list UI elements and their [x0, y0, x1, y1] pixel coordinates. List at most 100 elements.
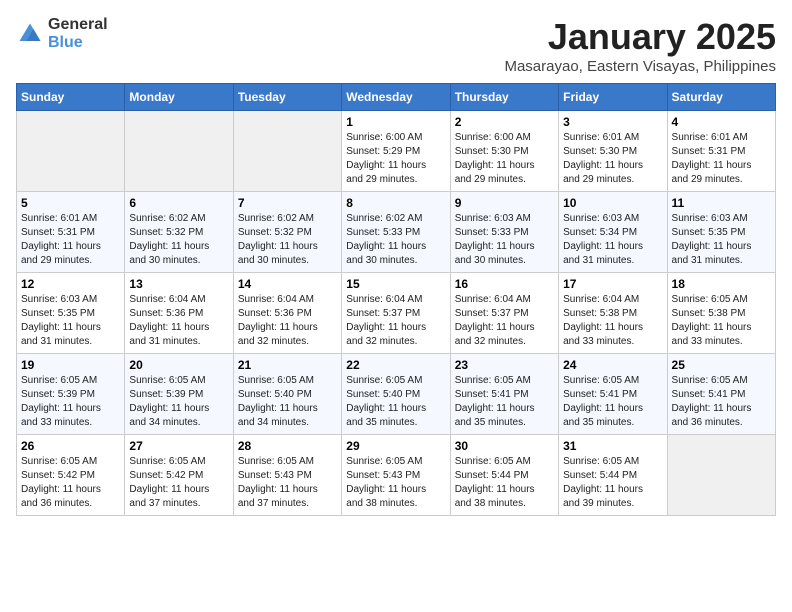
calendar-cell: 24 Sunrise: 6:05 AM Sunset: 5:41 PM Dayli…: [559, 354, 667, 435]
day-info: Sunrise: 6:05 AM Sunset: 5:39 PM Dayligh…: [129, 374, 228, 430]
day-number: 26: [21, 439, 120, 453]
calendar-cell: [667, 435, 775, 516]
day-info: Sunrise: 6:05 AM Sunset: 5:43 PM Dayligh…: [238, 455, 337, 511]
day-number: 7: [238, 196, 337, 210]
day-info: Sunrise: 6:05 AM Sunset: 5:44 PM Dayligh…: [455, 455, 554, 511]
day-number: 9: [455, 196, 554, 210]
day-info: Sunrise: 6:00 AM Sunset: 5:29 PM Dayligh…: [346, 131, 445, 187]
calendar-cell: 22 Sunrise: 6:05 AM Sunset: 5:40 PM Dayli…: [342, 354, 450, 435]
day-info: Sunrise: 6:03 AM Sunset: 5:33 PM Dayligh…: [455, 212, 554, 268]
day-number: 12: [21, 277, 120, 291]
calendar-cell: 23 Sunrise: 6:05 AM Sunset: 5:41 PM Dayli…: [450, 354, 558, 435]
day-info: Sunrise: 6:04 AM Sunset: 5:36 PM Dayligh…: [129, 293, 228, 349]
calendar-cell: 12Sunrise: 6:03 AM Sunset: 5:35 PM Dayli…: [17, 273, 125, 354]
calendar-cell: 28 Sunrise: 6:05 AM Sunset: 5:43 PM Dayli…: [233, 435, 341, 516]
day-number: 25: [672, 358, 771, 372]
day-number: 24: [563, 358, 662, 372]
calendar-cell: [233, 111, 341, 192]
day-info: Sunrise: 6:00 AM Sunset: 5:30 PM Dayligh…: [455, 131, 554, 187]
day-number: 29: [346, 439, 445, 453]
calendar-cell: 10Sunrise: 6:03 AM Sunset: 5:34 PM Dayli…: [559, 192, 667, 273]
calendar-cell: 16Sunrise: 6:04 AM Sunset: 5:37 PM Dayli…: [450, 273, 558, 354]
day-number: 17: [563, 277, 662, 291]
weekday-header-cell: Tuesday: [233, 84, 341, 111]
day-info: Sunrise: 6:05 AM Sunset: 5:41 PM Dayligh…: [563, 374, 662, 430]
day-info: Sunrise: 6:05 AM Sunset: 5:41 PM Dayligh…: [672, 374, 771, 430]
logo: General Blue: [16, 16, 108, 51]
day-number: 13: [129, 277, 228, 291]
day-info: Sunrise: 6:05 AM Sunset: 5:43 PM Dayligh…: [346, 455, 445, 511]
calendar-cell: 7 Sunrise: 6:02 AM Sunset: 5:32 PM Daylig…: [233, 192, 341, 273]
day-info: Sunrise: 6:05 AM Sunset: 5:39 PM Dayligh…: [21, 374, 120, 430]
calendar-cell: 3Sunrise: 6:01 AM Sunset: 5:30 PM Daylig…: [559, 111, 667, 192]
day-info: Sunrise: 6:02 AM Sunset: 5:32 PM Dayligh…: [129, 212, 228, 268]
day-info: Sunrise: 6:01 AM Sunset: 5:31 PM Dayligh…: [672, 131, 771, 187]
calendar-cell: 27 Sunrise: 6:05 AM Sunset: 5:42 PM Dayli…: [125, 435, 233, 516]
day-info: Sunrise: 6:04 AM Sunset: 5:37 PM Dayligh…: [346, 293, 445, 349]
day-info: Sunrise: 6:05 AM Sunset: 5:42 PM Dayligh…: [21, 455, 120, 511]
calendar-week-row: 12Sunrise: 6:03 AM Sunset: 5:35 PM Dayli…: [17, 273, 776, 354]
calendar-cell: 14 Sunrise: 6:04 AM Sunset: 5:36 PM Dayli…: [233, 273, 341, 354]
day-number: 22: [346, 358, 445, 372]
calendar-body: 1 Sunrise: 6:00 AM Sunset: 5:29 PM Daylig…: [17, 111, 776, 516]
day-number: 27: [129, 439, 228, 453]
calendar-cell: 2 Sunrise: 6:00 AM Sunset: 5:30 PM Daylig…: [450, 111, 558, 192]
calendar-cell: 29 Sunrise: 6:05 AM Sunset: 5:43 PM Dayli…: [342, 435, 450, 516]
day-number: 14: [238, 277, 337, 291]
day-number: 8: [346, 196, 445, 210]
day-info: Sunrise: 6:02 AM Sunset: 5:33 PM Dayligh…: [346, 212, 445, 268]
day-number: 10: [563, 196, 662, 210]
day-info: Sunrise: 6:05 AM Sunset: 5:41 PM Dayligh…: [455, 374, 554, 430]
month-title: January 2025: [504, 16, 776, 58]
day-info: Sunrise: 6:05 AM Sunset: 5:44 PM Dayligh…: [563, 455, 662, 511]
day-info: Sunrise: 6:01 AM Sunset: 5:31 PM Dayligh…: [21, 212, 120, 268]
calendar-cell: 6Sunrise: 6:02 AM Sunset: 5:32 PM Daylig…: [125, 192, 233, 273]
weekday-header-cell: Monday: [125, 84, 233, 111]
calendar-cell: 25 Sunrise: 6:05 AM Sunset: 5:41 PM Dayli…: [667, 354, 775, 435]
day-number: 23: [455, 358, 554, 372]
day-info: Sunrise: 6:03 AM Sunset: 5:35 PM Dayligh…: [672, 212, 771, 268]
calendar-cell: 31 Sunrise: 6:05 AM Sunset: 5:44 PM Dayli…: [559, 435, 667, 516]
calendar-cell: 9 Sunrise: 6:03 AM Sunset: 5:33 PM Daylig…: [450, 192, 558, 273]
day-info: Sunrise: 6:04 AM Sunset: 5:36 PM Dayligh…: [238, 293, 337, 349]
day-info: Sunrise: 6:05 AM Sunset: 5:40 PM Dayligh…: [346, 374, 445, 430]
day-info: Sunrise: 6:02 AM Sunset: 5:32 PM Dayligh…: [238, 212, 337, 268]
day-number: 2: [455, 115, 554, 129]
calendar-cell: 15 Sunrise: 6:04 AM Sunset: 5:37 PM Dayli…: [342, 273, 450, 354]
calendar-cell: 5Sunrise: 6:01 AM Sunset: 5:31 PM Daylig…: [17, 192, 125, 273]
calendar-cell: [125, 111, 233, 192]
day-number: 28: [238, 439, 337, 453]
day-number: 31: [563, 439, 662, 453]
day-number: 11: [672, 196, 771, 210]
location-title: Masarayao, Eastern Visayas, Philippines: [504, 58, 776, 75]
calendar-cell: 17 Sunrise: 6:04 AM Sunset: 5:38 PM Dayli…: [559, 273, 667, 354]
weekday-header-cell: Sunday: [17, 84, 125, 111]
day-info: Sunrise: 6:05 AM Sunset: 5:40 PM Dayligh…: [238, 374, 337, 430]
day-info: Sunrise: 6:04 AM Sunset: 5:37 PM Dayligh…: [455, 293, 554, 349]
day-number: 4: [672, 115, 771, 129]
calendar-week-row: 1 Sunrise: 6:00 AM Sunset: 5:29 PM Daylig…: [17, 111, 776, 192]
calendar-cell: 30 Sunrise: 6:05 AM Sunset: 5:44 PM Dayli…: [450, 435, 558, 516]
day-number: 20: [129, 358, 228, 372]
calendar-cell: 4 Sunrise: 6:01 AM Sunset: 5:31 PM Daylig…: [667, 111, 775, 192]
weekday-header-cell: Thursday: [450, 84, 558, 111]
day-number: 30: [455, 439, 554, 453]
day-number: 15: [346, 277, 445, 291]
weekday-header-row: SundayMondayTuesdayWednesdayThursdayFrid…: [17, 84, 776, 111]
day-info: Sunrise: 6:05 AM Sunset: 5:42 PM Dayligh…: [129, 455, 228, 511]
weekday-header-cell: Saturday: [667, 84, 775, 111]
calendar-cell: 18Sunrise: 6:05 AM Sunset: 5:38 PM Dayli…: [667, 273, 775, 354]
day-number: 3: [563, 115, 662, 129]
logo-general-text: General: [48, 16, 108, 34]
page-header: General Blue January 2025 Masarayao, Eas…: [16, 16, 776, 75]
calendar-cell: 21 Sunrise: 6:05 AM Sunset: 5:40 PM Dayli…: [233, 354, 341, 435]
calendar-cell: 11 Sunrise: 6:03 AM Sunset: 5:35 PM Dayli…: [667, 192, 775, 273]
title-block: January 2025 Masarayao, Eastern Visayas,…: [504, 16, 776, 75]
calendar-cell: 19Sunrise: 6:05 AM Sunset: 5:39 PM Dayli…: [17, 354, 125, 435]
day-number: 21: [238, 358, 337, 372]
day-info: Sunrise: 6:04 AM Sunset: 5:38 PM Dayligh…: [563, 293, 662, 349]
calendar-cell: 26 Sunrise: 6:05 AM Sunset: 5:42 PM Dayli…: [17, 435, 125, 516]
day-number: 1: [346, 115, 445, 129]
logo-icon: [16, 20, 44, 48]
weekday-header-cell: Wednesday: [342, 84, 450, 111]
